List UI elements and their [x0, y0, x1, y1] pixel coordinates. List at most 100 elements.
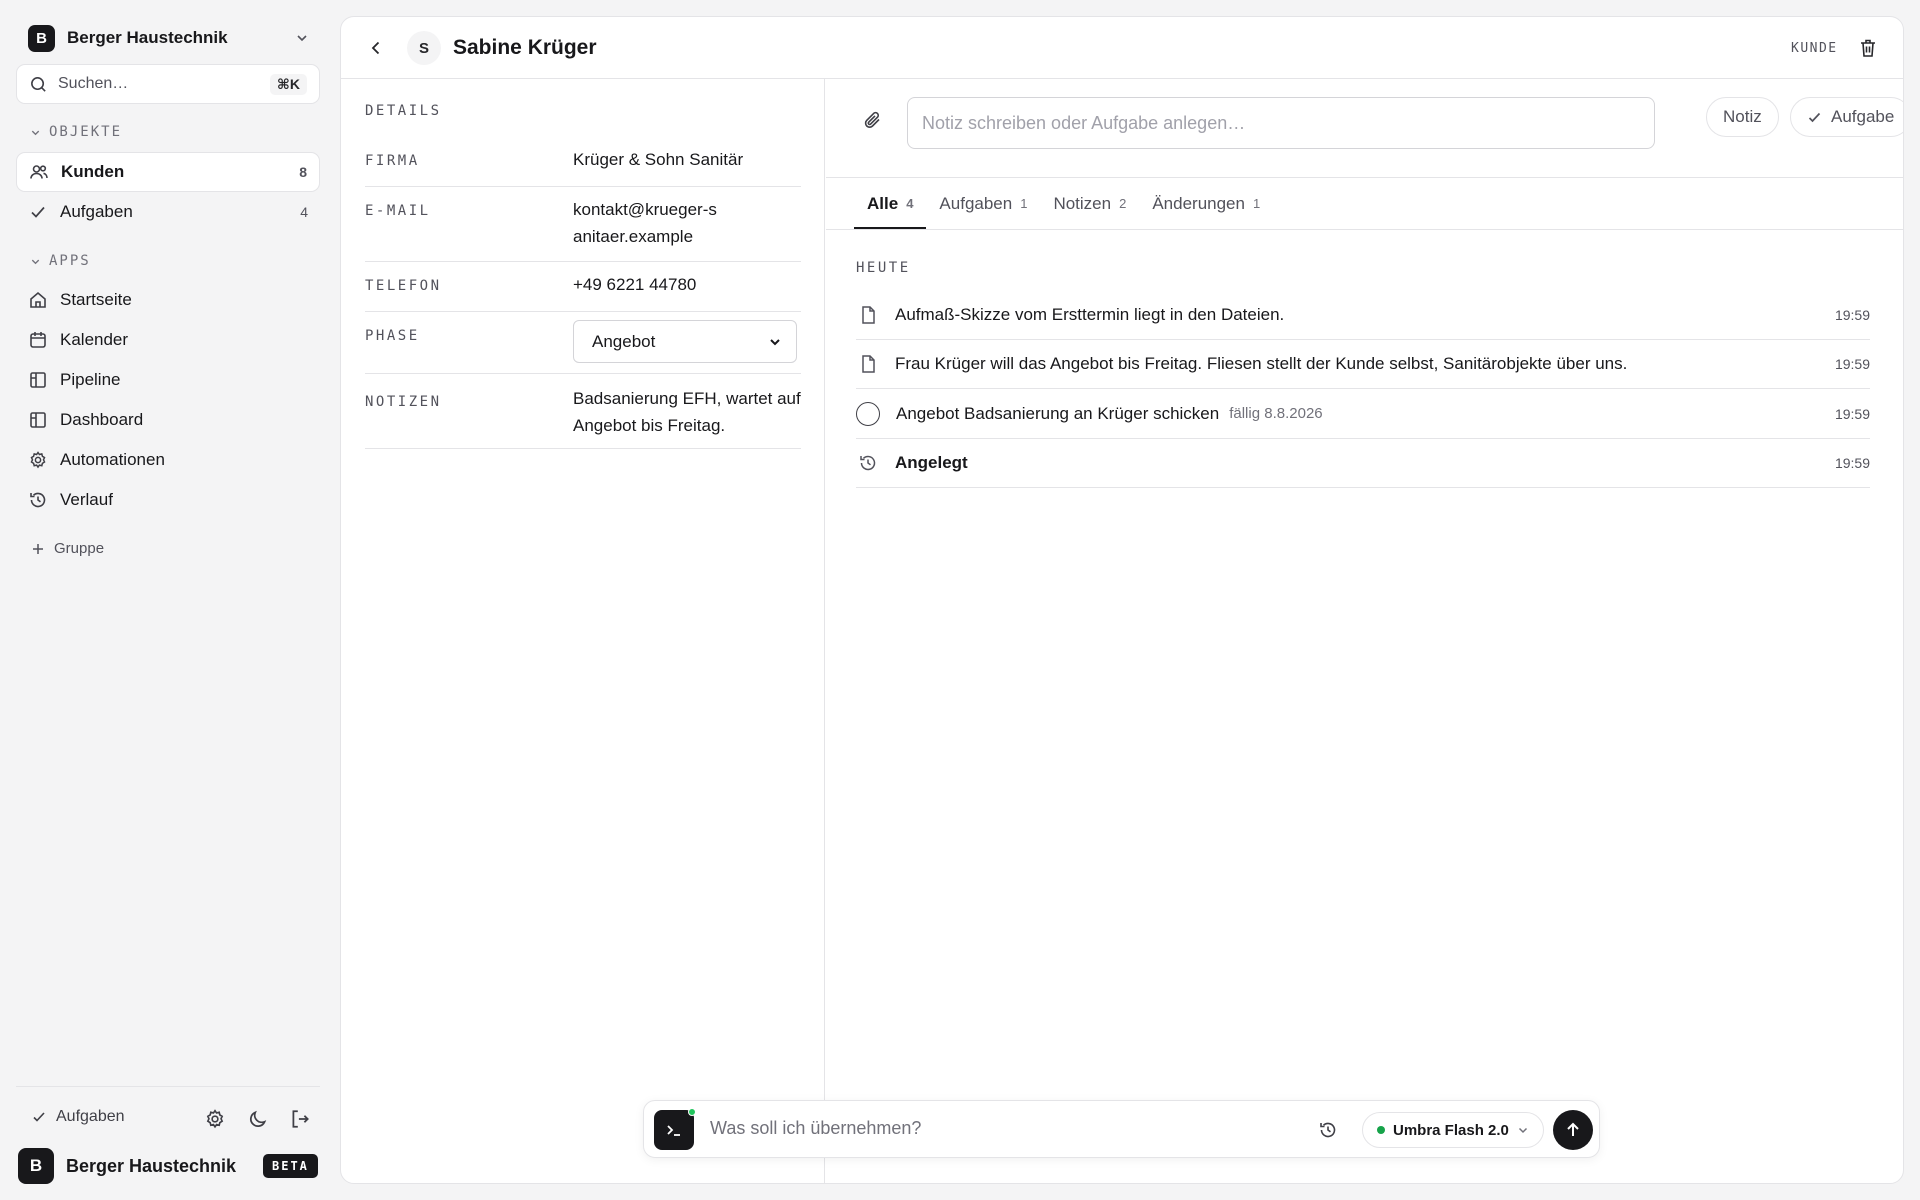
history-icon[interactable]: [1317, 1119, 1339, 1141]
field-telefon: TELEFON +49 6221 44780: [365, 262, 801, 312]
sidebar-item-label: Automationen: [60, 450, 165, 469]
sidebar-item-verlauf[interactable]: Verlauf: [16, 480, 320, 520]
activity-tabs: Alle 4 Aufgaben 1 Notizen 2 Änderungen 1: [854, 178, 1273, 229]
model-selector[interactable]: Umbra Flash 2.0: [1362, 1112, 1544, 1148]
activity-text: Angelegt: [895, 453, 968, 472]
list-item[interactable]: Angelegt 19:59: [856, 439, 1870, 488]
settings-icon[interactable]: [204, 1108, 226, 1130]
sidebar-item-label: Dashboard: [60, 410, 144, 429]
group-header-objects[interactable]: OBJEKTE: [30, 124, 122, 140]
tab-count: 1: [1252, 196, 1261, 211]
search-icon: [31, 76, 46, 92]
sidebar-item-count: 4: [300, 204, 308, 220]
chevron-down-icon: [1518, 1127, 1527, 1134]
beta-badge: BETA: [263, 1154, 318, 1178]
sidebar-item-label: Kunden: [61, 162, 125, 181]
search-placeholder: Suchen…: [58, 75, 129, 92]
check-icon: [31, 206, 45, 218]
moon-icon[interactable]: [247, 1108, 269, 1130]
sidebar-item-label: Startseite: [60, 290, 132, 309]
tab-count: 4: [906, 196, 914, 211]
check-icon: [1808, 112, 1821, 122]
avatar: S: [407, 31, 441, 65]
search-input[interactable]: Suchen… ⌘K: [16, 64, 320, 104]
field-value[interactable]: kontakt@krueger-sanitaer.example: [573, 196, 723, 250]
details-section: DETAILS FIRMA Krüger & Sohn Sanitär E-MA…: [341, 79, 825, 1183]
history-icon: [30, 492, 46, 508]
field-value[interactable]: +49 6221 44780: [573, 271, 801, 298]
tab-label: Änderungen: [1152, 193, 1245, 213]
activity-text: Frau Krüger will das Angebot bis Freitag…: [895, 354, 1628, 373]
gear-icon: [30, 451, 46, 469]
footer-tasks-label: Aufgaben: [56, 1108, 125, 1125]
pipeline-icon: [30, 372, 46, 388]
group-header-apps[interactable]: APPS: [30, 253, 91, 269]
tab-label: Aufgaben: [939, 193, 1013, 213]
due-date: fällig 8.8.2026: [1229, 405, 1323, 422]
chevron-down-icon: [770, 338, 780, 345]
ai-prompt-bar: Was soll ich übernehmen? Umbra Flash 2.0: [643, 1100, 1600, 1158]
workspace-name: Berger Haustechnik: [67, 28, 228, 47]
field-value[interactable]: Krüger & Sohn Sanitär: [573, 146, 801, 173]
footer-tasks-button[interactable]: Aufgaben: [32, 1108, 125, 1126]
activity-time: 19:59: [1834, 455, 1870, 471]
list-item[interactable]: Angebot Badsanierung an Krüger schicken …: [856, 389, 1870, 439]
tab-label: Notizen: [1053, 193, 1112, 213]
field-label: PHASE: [365, 328, 420, 344]
calendar-icon: [30, 332, 46, 348]
chevron-left-icon[interactable]: [365, 37, 387, 59]
activity-text: Angebot Badsanierung an Krüger schicken: [896, 403, 1220, 423]
note-button[interactable]: Notiz: [1706, 97, 1779, 137]
sidebar-item-automationen[interactable]: Automationen: [16, 440, 320, 480]
tab-count: 1: [1020, 196, 1028, 211]
workspace-logo: B: [28, 24, 55, 52]
tab-aenderungen[interactable]: Änderungen 1: [1139, 178, 1273, 229]
add-group-button[interactable]: Gruppe: [32, 540, 104, 557]
sidebar-item-kalender[interactable]: Kalender: [16, 320, 320, 360]
sidebar-item-dashboard[interactable]: Dashboard: [16, 400, 320, 440]
task-button[interactable]: Aufgabe: [1790, 97, 1903, 137]
page-title: Sabine Krüger: [453, 36, 597, 59]
task-button-label: Aufgabe: [1831, 107, 1895, 126]
activity-section: Notiz schreiben oder Aufgabe anlegen… No…: [826, 79, 1903, 1183]
tab-label: Alle: [867, 193, 899, 213]
sidebar-item-pipeline[interactable]: Pipeline: [16, 360, 320, 400]
tab-notizen[interactable]: Notizen 2: [1040, 178, 1139, 229]
workspace-name: Berger Haustechnik: [66, 1155, 237, 1176]
phase-select[interactable]: Angebot: [573, 320, 797, 363]
chevron-down-icon: [31, 259, 40, 264]
record-type-label: KUNDE: [1791, 41, 1838, 56]
sidebar-item-aufgaben[interactable]: Aufgaben 4: [16, 192, 320, 232]
tab-aufgaben[interactable]: Aufgaben 1: [926, 178, 1040, 229]
task-checkbox[interactable]: [856, 401, 880, 426]
day-label: HEUTE: [856, 260, 911, 276]
paperclip-icon[interactable]: [862, 109, 884, 131]
activity-text: Aufmaß-Skizze vom Ersttermin liegt in de…: [895, 305, 1285, 324]
list-item[interactable]: Aufmaß-Skizze vom Ersttermin liegt in de…: [856, 291, 1870, 340]
divider: [16, 1086, 320, 1087]
trash-icon[interactable]: [1857, 37, 1879, 59]
tab-alle[interactable]: Alle 4: [854, 178, 927, 229]
note-button-label: Notiz: [1723, 107, 1762, 126]
workspace-switcher[interactable]: B Berger Haustechnik: [28, 24, 310, 52]
send-button[interactable]: [1553, 1110, 1593, 1150]
footer-workspace[interactable]: B Berger Haustechnik: [18, 1148, 236, 1184]
chevron-down-icon: [297, 35, 307, 42]
list-item[interactable]: Frau Krüger will das Angebot bis Freitag…: [856, 340, 1870, 389]
group-label: APPS: [49, 253, 91, 269]
record-panel: S Sabine Krüger KUNDE DETAILS FIRMA Krüg…: [340, 16, 1904, 1184]
field-value[interactable]: Badsanierung EFH, wartet auf Angebot bis…: [573, 385, 801, 439]
chevron-down-icon: [31, 130, 40, 135]
logout-icon[interactable]: [289, 1108, 311, 1130]
activity-time: 19:59: [1834, 356, 1870, 372]
activity-time: 19:59: [1834, 307, 1870, 323]
users-icon: [30, 165, 48, 179]
dashboard-icon: [30, 412, 46, 428]
phase-selected-value: Angebot: [592, 331, 656, 351]
terminal-icon[interactable]: [654, 1110, 694, 1150]
ai-input[interactable]: Was soll ich übernehmen?: [710, 1118, 921, 1139]
document-icon: [862, 306, 875, 324]
sidebar-item-kunden[interactable]: Kunden 8: [16, 152, 320, 192]
note-input[interactable]: Notiz schreiben oder Aufgabe anlegen…: [907, 97, 1655, 149]
sidebar-item-startseite[interactable]: Startseite: [16, 280, 320, 320]
